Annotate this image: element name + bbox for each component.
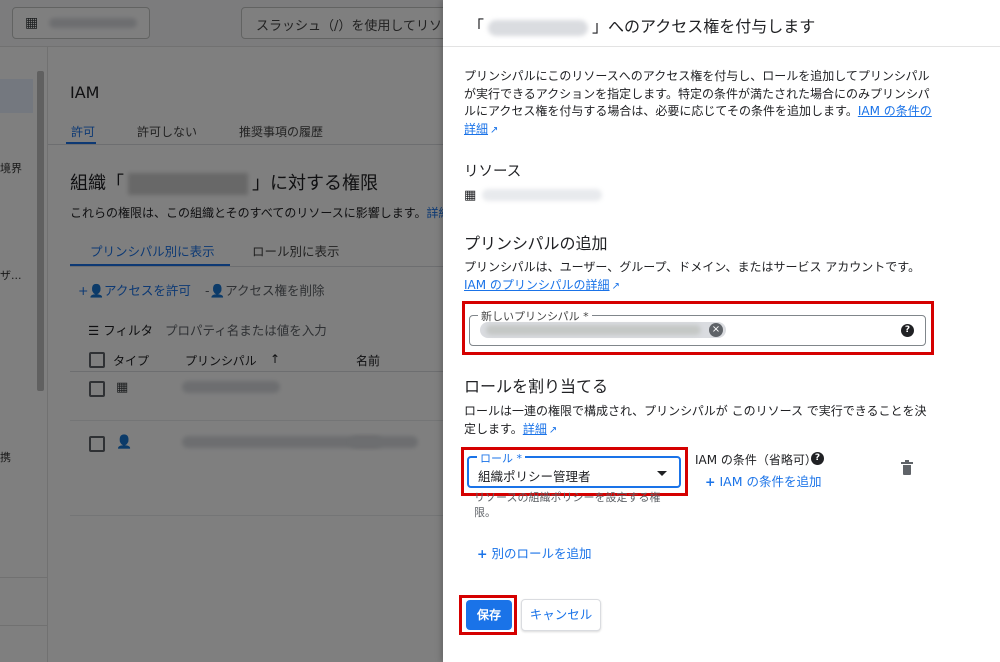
add-principals-desc: プリンシパルは、ユーザー、グループ、ドメイン、またはサービス アカウントです。 … [464, 258, 934, 296]
close-icon[interactable]: × [709, 323, 723, 337]
add-role-label: 別のロールを追加 [491, 546, 592, 561]
roles-learn-more-link[interactable]: 詳細 [523, 422, 547, 436]
building-icon: ▦ [464, 188, 477, 203]
role-select[interactable]: ロール * 組織ポリシー管理者 [467, 450, 681, 488]
role-hint: リソースの組織ポリシーを設定する権限。 [474, 491, 661, 519]
principals-link[interactable]: IAM のプリンシパルの詳細 [464, 278, 610, 292]
redacted-resource [482, 189, 602, 201]
add-another-role-button[interactable]: + 別のロールを追加 [477, 543, 592, 562]
help-icon[interactable]: ? [811, 452, 824, 465]
resource-row: ▦ [464, 186, 664, 206]
help-icon[interactable]: ? [901, 324, 914, 337]
modal-scrim[interactable] [0, 0, 443, 662]
new-principals-field[interactable]: 新しいプリンシパル * × ? [469, 308, 926, 346]
external-link-icon: ↗ [548, 425, 558, 436]
panel-intro: プリンシパルにこのリソースへのアクセス権を付与し、ロールを追加してプリンシパルが… [464, 68, 934, 139]
plus-icon: + [705, 474, 716, 489]
divider [443, 46, 1000, 47]
save-button[interactable]: 保存 [466, 600, 512, 630]
add-iam-condition-button[interactable]: + IAM の条件を追加 [705, 471, 821, 490]
cancel-button[interactable]: キャンセル [521, 599, 601, 631]
redacted-principal [486, 325, 701, 335]
external-link-icon: ↗ [611, 281, 620, 292]
assign-roles-heading: ロールを割り当てる [464, 377, 609, 396]
grant-access-panel: 「 」へのアクセス権を付与します プリンシパルにこのリソースへのアクセス権を付与し… [443, 0, 1000, 662]
principal-chip[interactable]: × [480, 322, 726, 338]
title-prefix: 「 [468, 17, 485, 36]
add-principals-heading: プリンシパルの追加 [464, 234, 608, 253]
role-value: 組織ポリシー管理者 [478, 469, 591, 484]
external-link-icon: ↗ [490, 124, 499, 136]
redacted-resource-name [488, 19, 589, 36]
add-condition-label: IAM の条件を追加 [719, 474, 822, 489]
title-suffix: 」へのアクセス権を付与します [592, 17, 816, 36]
iam-condition-label: IAM の条件（省略可） [695, 453, 817, 467]
role-label: ロール * [477, 450, 525, 466]
delete-icon[interactable] [901, 460, 913, 475]
chevron-down-icon [657, 471, 667, 476]
add-principals-text: プリンシパルは、ユーザー、グループ、ドメイン、またはサービス アカウントです。 [464, 260, 921, 274]
assign-roles-desc: ロールは一連の権限で構成され、プリンシパルが このリソース で実行できることを決… [464, 402, 934, 440]
panel-title: 「 」へのアクセス権を付与します [468, 13, 815, 37]
resource-label: リソース [464, 164, 522, 180]
plus-icon: + [477, 546, 488, 561]
